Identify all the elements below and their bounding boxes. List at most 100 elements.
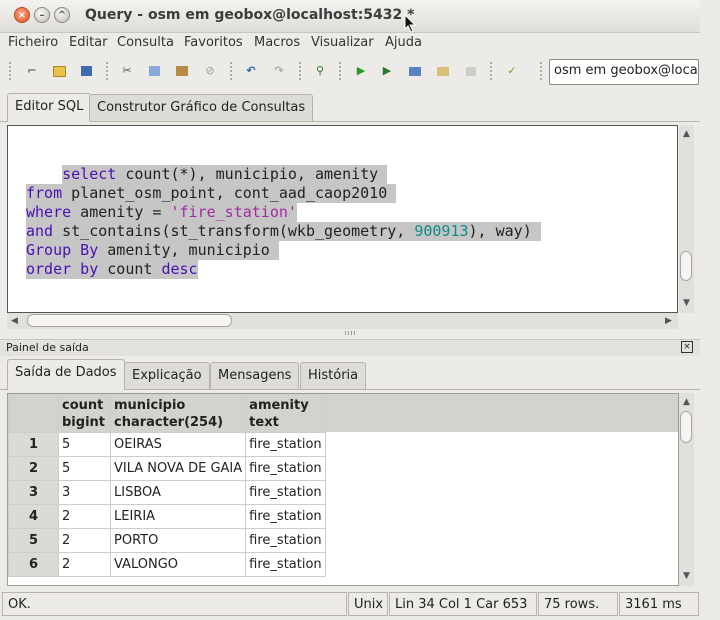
toolbar-separator <box>106 62 108 82</box>
sql-text: amenity, municipio <box>98 241 279 259</box>
connection-select[interactable]: osm em geobox@localhost:5432 <box>549 59 699 85</box>
scroll-up-icon[interactable]: ▲ <box>683 397 690 407</box>
undo-icon[interactable]: ↶ <box>245 65 257 77</box>
find-icon[interactable]: ⚲ <box>314 65 326 77</box>
status-bar: OK. Unix Lin 34 Col 1 Car 653 75 rows. 3… <box>0 592 700 618</box>
redo-icon[interactable]: ↷ <box>273 65 285 77</box>
status-line-ending: Unix <box>348 592 388 616</box>
editor-horizontal-scrollbar[interactable]: ◀ ▶ <box>7 313 678 329</box>
cell-amenity[interactable]: fire_station <box>245 528 326 553</box>
menu-consulta[interactable]: Consulta <box>117 35 174 50</box>
save-icon[interactable] <box>81 66 92 76</box>
row-number[interactable]: 5 <box>8 528 59 553</box>
sql-keyword: where <box>26 203 72 221</box>
toolbar-handle[interactable] <box>9 62 11 82</box>
paste-icon[interactable] <box>176 66 188 76</box>
status-cursor-position: Lin 34 Col 1 Car 653 <box>389 592 537 616</box>
status-query-time: 3161 ms <box>619 592 699 616</box>
cell-municipio[interactable]: PORTO <box>109 528 247 553</box>
menu-ficheiro[interactable]: Ficheiro <box>8 35 58 50</box>
close-panel-icon[interactable]: × <box>681 341 693 353</box>
corner-header[interactable] <box>8 394 59 433</box>
explain-icon[interactable] <box>409 67 421 76</box>
sql-keyword: Group By <box>26 241 99 259</box>
cell-count[interactable]: 2 <box>58 528 111 553</box>
cut-icon[interactable]: ✂ <box>121 65 133 77</box>
column-header-count[interactable]: count bigint <box>58 394 111 433</box>
status-message: OK. <box>2 592 347 616</box>
scroll-right-icon[interactable]: ▶ <box>665 316 672 326</box>
cell-count[interactable]: 5 <box>58 432 111 457</box>
commit-icon[interactable]: ✓ <box>506 65 518 77</box>
table-row[interactable]: 6 2 VALONGO fire_station <box>8 552 326 577</box>
cell-municipio[interactable]: LEIRIA <box>109 504 247 529</box>
cancel-query-icon[interactable] <box>466 67 476 76</box>
grid-vscroll-thumb[interactable] <box>680 411 692 443</box>
cell-municipio[interactable]: OEIRAS <box>109 432 247 457</box>
cell-amenity[interactable]: fire_station <box>245 432 326 457</box>
cell-amenity[interactable]: fire_station <box>245 552 326 577</box>
tab-data-output[interactable]: Saída de Dados <box>7 359 125 390</box>
tab-graphical-query-builder[interactable]: Construtor Gráfico de Consultas <box>89 94 314 121</box>
editor-vscroll-thumb[interactable] <box>680 251 692 281</box>
sql-keyword: select <box>62 165 117 183</box>
tab-messages[interactable]: Mensagens <box>210 362 300 389</box>
row-number[interactable]: 6 <box>8 552 59 577</box>
cell-amenity[interactable]: fire_station <box>245 504 326 529</box>
table-row[interactable]: 4 2 LEIRIA fire_station <box>8 504 326 529</box>
execute-to-file-icon[interactable]: ▶ <box>381 65 393 77</box>
tab-explain[interactable]: Explicação <box>124 362 210 389</box>
table-row[interactable]: 5 2 PORTO fire_station <box>8 528 326 553</box>
scroll-down-icon[interactable]: ▼ <box>683 571 690 581</box>
splitter-handle[interactable] <box>345 331 355 335</box>
explain-analyze-icon[interactable] <box>437 67 449 76</box>
scroll-down-icon[interactable]: ▼ <box>683 298 690 308</box>
column-header-amenity[interactable]: amenity text <box>245 394 326 433</box>
cell-count[interactable]: 2 <box>58 504 111 529</box>
tab-history[interactable]: História <box>300 362 367 389</box>
menu-editar[interactable]: Editar <box>69 35 108 50</box>
row-number[interactable]: 1 <box>8 432 59 457</box>
scroll-left-icon[interactable]: ◀ <box>11 316 18 326</box>
menu-favoritos[interactable]: Favoritos <box>184 35 243 50</box>
editor-hscroll-thumb[interactable] <box>27 314 232 327</box>
cell-count[interactable]: 3 <box>58 480 111 505</box>
menu-macros[interactable]: Macros <box>254 35 300 50</box>
minimize-window-button[interactable]: – <box>34 7 50 23</box>
execute-icon[interactable]: ▶ <box>355 65 367 77</box>
maximize-window-button[interactable]: ^ <box>54 7 70 23</box>
cell-amenity[interactable]: fire_station <box>245 456 326 481</box>
clear-icon[interactable]: ⊘ <box>204 65 216 77</box>
sql-text: st_contains(st_transform(wkb_geometry, <box>53 222 415 240</box>
sql-editor[interactable]: select count(*), municipio, amenity from… <box>7 125 678 313</box>
output-panel-title: Painel de saída <box>6 341 89 354</box>
row-number[interactable]: 3 <box>8 480 59 505</box>
new-file-icon[interactable]: ⌐ <box>26 65 38 77</box>
menu-bar: Ficheiro Editar Consulta Favoritos Macro… <box>0 32 700 54</box>
results-grid[interactable]: count bigint municipio character(254) amen… <box>7 393 679 586</box>
copy-icon[interactable] <box>149 66 160 76</box>
table-row[interactable]: 3 3 LISBOA fire_station <box>8 480 326 505</box>
cell-municipio[interactable]: LISBOA <box>109 480 247 505</box>
window-title: Query - osm em geobox@localhost:5432 * <box>85 7 415 23</box>
open-file-icon[interactable] <box>53 66 66 77</box>
column-name: amenity <box>249 398 309 413</box>
editor-vertical-scrollbar[interactable]: ▲ ▼ <box>679 125 694 313</box>
sql-line: Group By amenity, municipio <box>26 241 279 260</box>
grid-vertical-scrollbar[interactable]: ▲ ▼ <box>679 393 694 586</box>
menu-ajuda[interactable]: Ajuda <box>385 35 422 50</box>
cell-count[interactable]: 5 <box>58 456 111 481</box>
close-window-button[interactable]: × <box>14 7 30 23</box>
menu-visualizar[interactable]: Visualizar <box>311 35 374 50</box>
row-number[interactable]: 2 <box>8 456 59 481</box>
cell-municipio[interactable]: VALONGO <box>109 552 247 577</box>
table-row[interactable]: 2 5 VILA NOVA DE GAIA fire_station <box>8 456 326 481</box>
row-number[interactable]: 4 <box>8 504 59 529</box>
scroll-up-icon[interactable]: ▲ <box>683 129 690 139</box>
cell-amenity[interactable]: fire_station <box>245 480 326 505</box>
tab-editor-sql[interactable]: Editor SQL <box>7 93 92 122</box>
cell-municipio[interactable]: VILA NOVA DE GAIA <box>109 456 247 481</box>
table-row[interactable]: 1 5 OEIRAS fire_station <box>8 432 326 457</box>
cell-count[interactable]: 2 <box>58 552 111 577</box>
column-header-municipio[interactable]: municipio character(254) <box>109 394 247 433</box>
